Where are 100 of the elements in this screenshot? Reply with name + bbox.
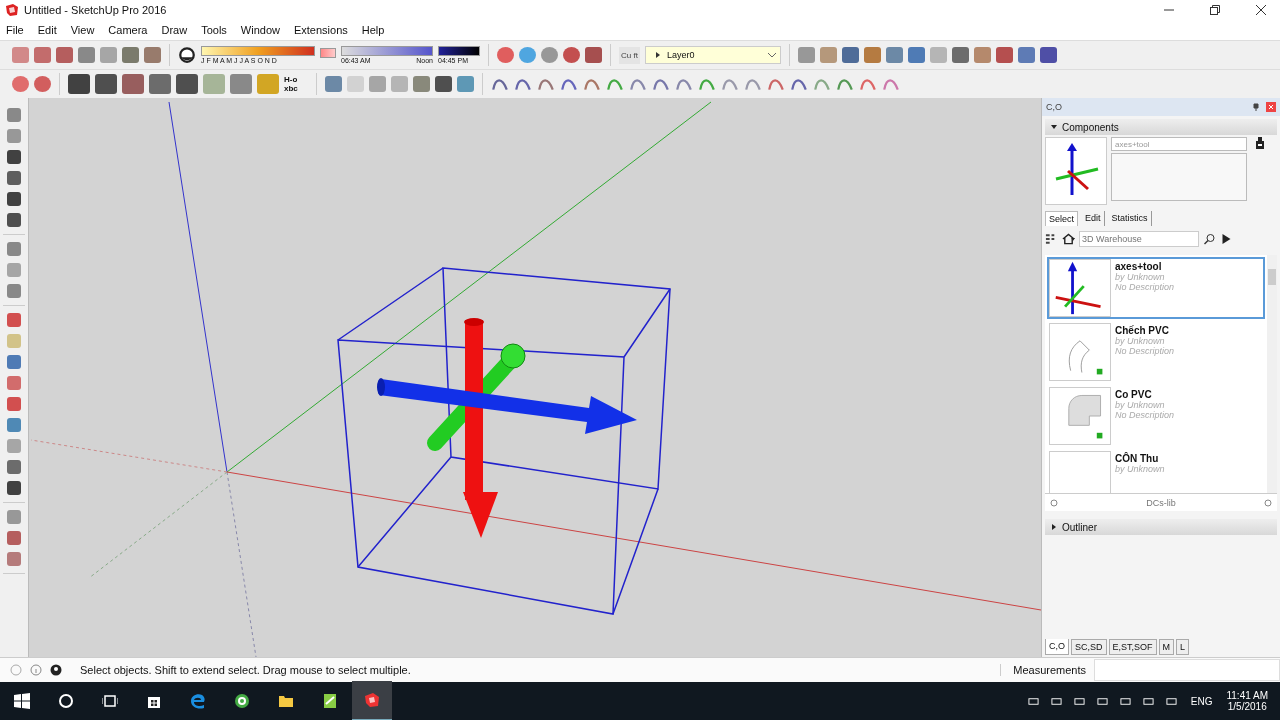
view-icon[interactable]: [413, 76, 430, 92]
tab[interactable]: Statistics: [1108, 211, 1152, 226]
info-icon[interactable]: [30, 664, 42, 676]
details-arrow-icon[interactable]: [1220, 233, 1233, 245]
tool-icon[interactable]: [7, 192, 21, 206]
units-button[interactable]: Cu ft: [619, 46, 640, 64]
tab[interactable]: Select: [1045, 211, 1078, 226]
taskbar-app-button[interactable]: [352, 681, 392, 720]
component-item[interactable]: axes+tool by Unknown No Description: [1047, 257, 1265, 319]
tool-icon[interactable]: [841, 47, 859, 63]
style-icon[interactable]: [230, 74, 252, 94]
layer-name: Layer0: [666, 50, 695, 60]
component-item[interactable]: CÔN Thu by Unknown: [1047, 449, 1265, 493]
tray-tab[interactable]: L: [1176, 639, 1190, 655]
user-icon[interactable]: [50, 664, 62, 676]
style-icon[interactable]: [95, 74, 117, 94]
library-name: DCs-lib: [1146, 497, 1176, 508]
measurements-label: Measurements: [1000, 664, 1086, 676]
nav-forward-icon[interactable]: [1263, 497, 1273, 508]
tool-icon[interactable]: [12, 76, 29, 92]
dropdown-caret-icon: [766, 52, 777, 58]
menu-item[interactable]: Edit: [37, 24, 57, 36]
style-icon[interactable]: [122, 74, 144, 94]
component-name: CÔN Thu: [1115, 453, 1160, 464]
component-author: by Unknown: [1115, 336, 1166, 346]
nav-back-icon[interactable]: [1049, 497, 1059, 508]
tool-icon[interactable]: [973, 47, 991, 63]
menu-item[interactable]: Help: [361, 24, 385, 36]
tool-icon[interactable]: [497, 47, 514, 63]
component-item[interactable]: Co PVC by Unknown No Description: [1047, 385, 1265, 447]
menu-item[interactable]: Tools: [201, 24, 227, 36]
tool-icon[interactable]: [34, 76, 51, 92]
tool-icon[interactable]: [7, 150, 21, 164]
tray-tab[interactable]: SC,SD: [1071, 639, 1107, 655]
view-icon[interactable]: [325, 76, 342, 92]
geo-location-icon[interactable]: [10, 664, 22, 676]
component-thumbnail: [1049, 259, 1111, 317]
component-description: No Description: [1115, 282, 1175, 292]
view-icon[interactable]: [457, 76, 474, 92]
section-header[interactable]: Components: [1045, 119, 1277, 135]
menu-item[interactable]: View: [70, 24, 95, 36]
tool-icon[interactable]: [863, 47, 881, 63]
language-indicator[interactable]: ENG: [1182, 695, 1221, 707]
maximize-icon[interactable]: [1210, 5, 1220, 15]
tool-icon[interactable]: [7, 213, 21, 227]
style-icon[interactable]: [149, 74, 171, 94]
tray-tab[interactable]: M: [1158, 639, 1175, 655]
tray-tab[interactable]: E,ST,SOF: [1108, 639, 1157, 655]
color-bar-end: [320, 48, 336, 58]
style-icon[interactable]: [68, 74, 90, 94]
component-description: No Description: [1115, 346, 1175, 356]
description-field[interactable]: [1111, 153, 1247, 201]
tool-icon[interactable]: [1039, 47, 1057, 63]
component-thumbnail: [1049, 323, 1111, 381]
close-icon[interactable]: [1256, 5, 1266, 15]
component-name: Co PVC: [1115, 389, 1153, 400]
pointer-icon: [654, 52, 661, 58]
pin-icon[interactable]: [1252, 103, 1260, 111]
menu-item[interactable]: Window: [240, 24, 280, 36]
axes-model-drawing[interactable]: [377, 318, 637, 538]
tool-icon[interactable]: [885, 47, 903, 63]
tool-icon[interactable]: [7, 481, 21, 495]
tray-title: C,O: [1046, 102, 1062, 112]
tool-icon[interactable]: [541, 47, 558, 63]
shadow-icon[interactable]: [178, 46, 196, 64]
style-icon[interactable]: [176, 74, 198, 94]
tool-icon[interactable]: [1017, 47, 1035, 63]
layer-dropdown[interactable]: Layer0: [644, 46, 781, 64]
clock-date: 1/5/2016: [1227, 701, 1267, 712]
view-icon[interactable]: [435, 76, 452, 92]
tool-label[interactable]: H-o xbc: [284, 75, 308, 93]
dusk-color-bar: [438, 46, 480, 56]
menu-item[interactable]: Draw: [161, 24, 188, 36]
bounding-box[interactable]: [337, 267, 671, 615]
menu-item[interactable]: Camera: [108, 24, 148, 36]
tool-icon[interactable]: [995, 47, 1013, 63]
search-field[interactable]: 3D Warehouse: [1079, 231, 1199, 247]
tray-tab[interactable]: C,O: [1045, 639, 1069, 655]
section-header[interactable]: Outliner: [1045, 519, 1277, 535]
save-model-icon[interactable]: [1255, 137, 1265, 149]
tool-icon[interactable]: [907, 47, 925, 63]
menu-item[interactable]: File: [6, 24, 24, 36]
tab[interactable]: Edit: [1082, 211, 1105, 226]
tool-icon[interactable]: [797, 47, 815, 63]
app-icon: [5, 3, 19, 17]
search-icon[interactable]: [1203, 233, 1216, 245]
component-author: by Unknown: [1115, 272, 1166, 282]
tool-icon[interactable]: [563, 47, 580, 63]
component-thumbnail: [1049, 387, 1111, 445]
menu-item[interactable]: Extensions: [293, 24, 348, 36]
component-description: No Description: [1115, 410, 1175, 420]
component-preview: [1045, 137, 1107, 205]
component-item[interactable]: Chếch PVC by Unknown No Description: [1047, 321, 1265, 383]
clock[interactable]: 11:41 AM 1/5/2016: [1220, 690, 1280, 712]
tool-icon[interactable]: [951, 47, 969, 63]
scrollbar[interactable]: [1267, 255, 1277, 493]
home-icon[interactable]: [1062, 233, 1075, 245]
component-author: by Unknown: [1115, 464, 1165, 474]
expand-arrow-icon: [1051, 524, 1057, 530]
measurements-field[interactable]: [1094, 659, 1280, 681]
